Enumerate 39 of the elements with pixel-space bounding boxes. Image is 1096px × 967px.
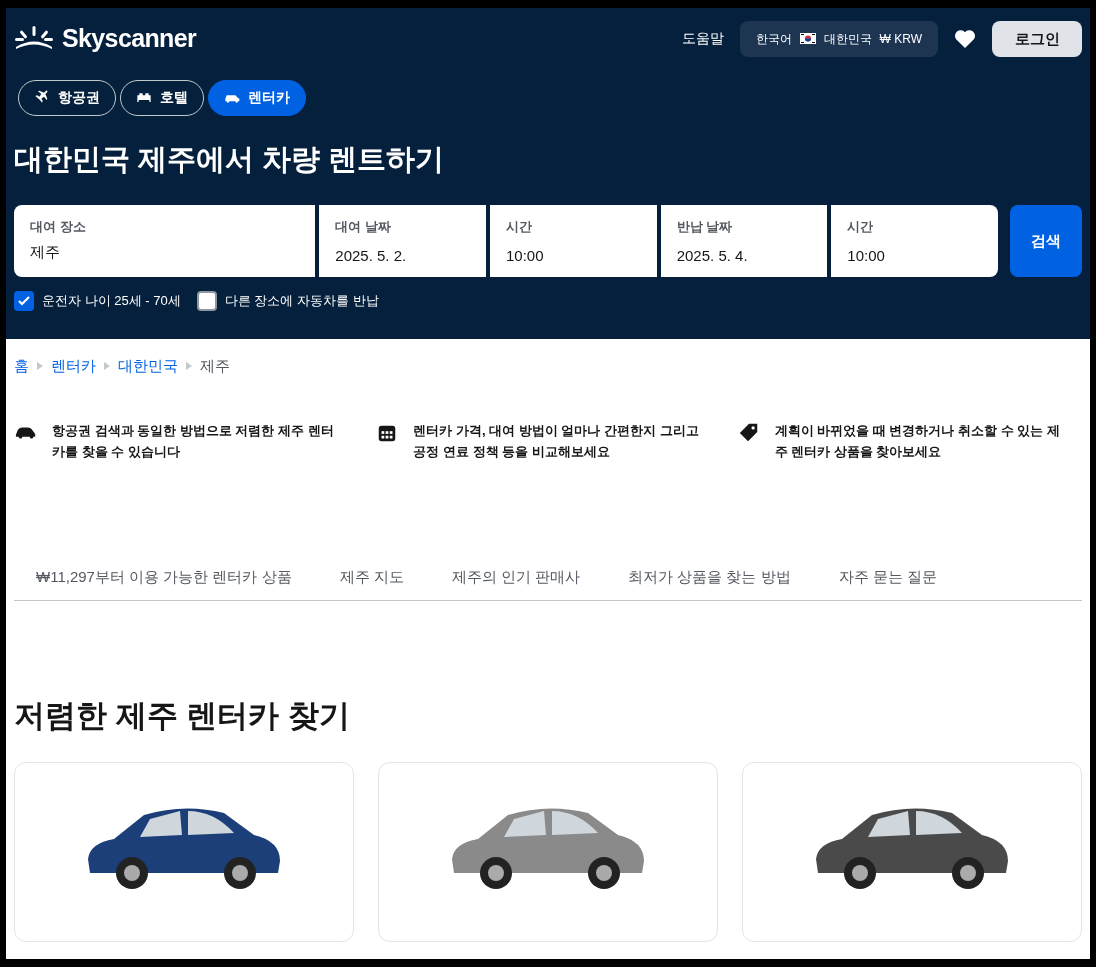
help-link[interactable]: 도움말 (677, 28, 728, 50)
page-title: 대한민국 제주에서 차량 렌트하기 (14, 141, 446, 177)
sunrise-logo-icon (14, 25, 54, 52)
section-tab[interactable]: 제주 지도 (339, 565, 404, 588)
breadcrumb-link[interactable]: 렌터카 (51, 355, 96, 378)
search-button[interactable]: 검색 (1010, 205, 1082, 277)
breadcrumb-link[interactable]: 홈 (14, 355, 29, 378)
login-button[interactable]: 로그인 (992, 20, 1082, 57)
input-field[interactable]: 시간 10:00 (831, 205, 998, 277)
deal-card[interactable] (378, 761, 718, 942)
heart-icon[interactable] (954, 28, 976, 49)
chevron-icon (37, 362, 43, 371)
logo-text[interactable]: Skyscanner (62, 20, 197, 58)
input-field[interactable]: 대여 날짜 2025. 5. 2. (319, 205, 486, 277)
tab[interactable]: 렌터카 (208, 79, 306, 116)
input-field[interactable]: 대여 장소 제주 (14, 205, 316, 277)
flag-icon (799, 33, 816, 45)
breadcrumb-link[interactable]: 대한민국 (118, 355, 178, 378)
checkbox[interactable] (196, 291, 217, 311)
locale-button[interactable]: 한국어 대한민국 ₩ KRW (739, 20, 938, 57)
feature-text: 계획이 바뀌었을 때 변경하거나 취소할 수 있는 제주 렌터카 상품을 찾아보세요 (774, 421, 1061, 461)
section-tab[interactable]: 최저가 상품을 찾는 방법 (628, 565, 791, 588)
check-icon (17, 294, 31, 308)
input-field[interactable]: 시간 10:00 (490, 205, 657, 277)
chevron-icon (186, 362, 192, 371)
section-tab[interactable]: 자주 묻는 질문 (838, 565, 937, 588)
deal-card[interactable] (14, 761, 354, 942)
breadcrumb-current: 제주 (200, 356, 230, 376)
checkbox[interactable] (14, 291, 34, 311)
deal-card[interactable] (742, 761, 1082, 942)
feature-text: 렌터카 가격, 대여 방법이 얼마나 간편한지 그리고 공정 연료 정책 등을 비교해보세요 (413, 421, 700, 461)
section-tab[interactable]: ₩11,297부터 이용 가능한 렌터카 상품 (36, 565, 292, 588)
chevron-icon (104, 362, 110, 371)
checkbox-label[interactable]: 다른 장소에 자동차를 반납 (224, 291, 379, 311)
input-field[interactable]: 반납 날짜 2025. 5. 4. (660, 205, 828, 277)
checkbox-label[interactable]: 운전자 나이 25세 - 70세 (42, 291, 181, 311)
section-heading: 저렴한 제주 렌터카 찾기 (14, 697, 351, 735)
section-tab[interactable]: 제주의 인기 판매사 (451, 565, 581, 588)
feature-text: 항공권 검색과 동일한 방법으로 저렴한 제주 렌터카를 찾을 수 있습니다 (52, 421, 335, 461)
